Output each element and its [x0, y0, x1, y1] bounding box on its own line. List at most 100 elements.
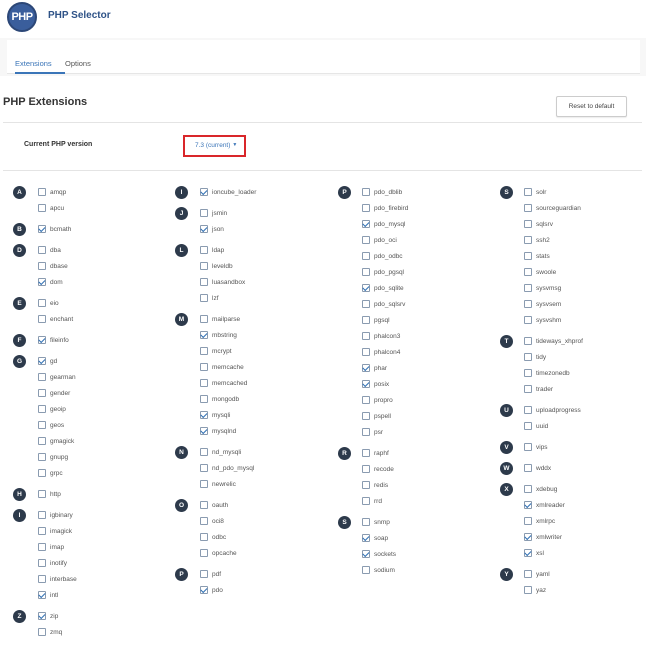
unchecked-checkbox[interactable] — [38, 527, 46, 535]
extension-dba[interactable]: dba — [38, 245, 61, 255]
unchecked-checkbox[interactable] — [38, 405, 46, 413]
extension-posix[interactable]: posix — [362, 379, 389, 389]
unchecked-checkbox[interactable] — [524, 406, 532, 414]
extension-memcached[interactable]: memcached — [200, 378, 247, 388]
extension-pdo[interactable]: pdo — [200, 585, 223, 595]
extension-igbinary[interactable]: igbinary — [38, 510, 73, 520]
checked-checkbox[interactable] — [38, 278, 46, 286]
extension-sockets[interactable]: sockets — [362, 549, 396, 559]
extension-pspell[interactable]: pspell — [362, 411, 391, 421]
unchecked-checkbox[interactable] — [200, 501, 208, 509]
extension-sysvsem[interactable]: sysvsem — [524, 299, 561, 309]
extension-sodium[interactable]: sodium — [362, 565, 395, 575]
unchecked-checkbox[interactable] — [38, 543, 46, 551]
unchecked-checkbox[interactable] — [200, 570, 208, 578]
unchecked-checkbox[interactable] — [200, 549, 208, 557]
unchecked-checkbox[interactable] — [362, 188, 370, 196]
extension-sysvshm[interactable]: sysvshm — [524, 315, 561, 325]
extension-oauth[interactable]: oauth — [200, 500, 228, 510]
unchecked-checkbox[interactable] — [362, 300, 370, 308]
unchecked-checkbox[interactable] — [362, 252, 370, 260]
unchecked-checkbox[interactable] — [200, 209, 208, 217]
unchecked-checkbox[interactable] — [362, 412, 370, 420]
checked-checkbox[interactable] — [362, 380, 370, 388]
unchecked-checkbox[interactable] — [38, 490, 46, 498]
unchecked-checkbox[interactable] — [524, 337, 532, 345]
unchecked-checkbox[interactable] — [524, 300, 532, 308]
unchecked-checkbox[interactable] — [362, 465, 370, 473]
extension-redis[interactable]: redis — [362, 480, 388, 490]
checked-checkbox[interactable] — [200, 586, 208, 594]
unchecked-checkbox[interactable] — [200, 533, 208, 541]
unchecked-checkbox[interactable] — [524, 353, 532, 361]
unchecked-checkbox[interactable] — [524, 586, 532, 594]
extension-ssh2[interactable]: ssh2 — [524, 235, 550, 245]
checked-checkbox[interactable] — [524, 549, 532, 557]
checked-checkbox[interactable] — [362, 534, 370, 542]
checked-checkbox[interactable] — [38, 357, 46, 365]
extension-mailparse[interactable]: mailparse — [200, 314, 240, 324]
extension-inotify[interactable]: inotify — [38, 558, 67, 568]
extension-recode[interactable]: recode — [362, 464, 394, 474]
extension-memcache[interactable]: memcache — [200, 362, 244, 372]
extension-mysqlnd[interactable]: mysqlnd — [200, 426, 236, 436]
unchecked-checkbox[interactable] — [200, 363, 208, 371]
unchecked-checkbox[interactable] — [38, 299, 46, 307]
unchecked-checkbox[interactable] — [38, 373, 46, 381]
extension-json[interactable]: json — [200, 224, 224, 234]
extension-trader[interactable]: trader — [524, 384, 553, 394]
extension-xdebug[interactable]: xdebug — [524, 484, 557, 494]
unchecked-checkbox[interactable] — [362, 428, 370, 436]
unchecked-checkbox[interactable] — [362, 204, 370, 212]
extension-raphf[interactable]: raphf — [362, 448, 389, 458]
extension-nd-pdo-mysql[interactable]: nd_pdo_mysql — [200, 463, 254, 473]
unchecked-checkbox[interactable] — [38, 246, 46, 254]
extension-stats[interactable]: stats — [524, 251, 550, 261]
extension-uuid[interactable]: uuid — [524, 421, 548, 431]
extension-zip[interactable]: zip — [38, 611, 58, 621]
extension-solr[interactable]: solr — [524, 187, 546, 197]
unchecked-checkbox[interactable] — [524, 284, 532, 292]
extension-enchant[interactable]: enchant — [38, 314, 73, 324]
unchecked-checkbox[interactable] — [362, 396, 370, 404]
extension-sqlsrv[interactable]: sqlsrv — [524, 219, 553, 229]
unchecked-checkbox[interactable] — [200, 294, 208, 302]
extension-pdo-oci[interactable]: pdo_oci — [362, 235, 397, 245]
extension-gnupg[interactable]: gnupg — [38, 452, 68, 462]
unchecked-checkbox[interactable] — [362, 481, 370, 489]
reset-to-default-button[interactable]: Reset to default — [556, 96, 627, 117]
unchecked-checkbox[interactable] — [524, 268, 532, 276]
unchecked-checkbox[interactable] — [38, 421, 46, 429]
extension-pgsql[interactable]: pgsql — [362, 315, 390, 325]
unchecked-checkbox[interactable] — [200, 480, 208, 488]
unchecked-checkbox[interactable] — [38, 575, 46, 583]
extension-phalcon4[interactable]: phalcon4 — [362, 347, 400, 357]
extension-wddx[interactable]: wddx — [524, 463, 551, 473]
unchecked-checkbox[interactable] — [524, 220, 532, 228]
unchecked-checkbox[interactable] — [362, 268, 370, 276]
extension-pdo-odbc[interactable]: pdo_odbc — [362, 251, 403, 261]
extension-soap[interactable]: soap — [362, 533, 388, 543]
extension-pdo-dblib[interactable]: pdo_dblib — [362, 187, 402, 197]
checked-checkbox[interactable] — [200, 331, 208, 339]
extension-geos[interactable]: geos — [38, 420, 64, 430]
extension-imap[interactable]: imap — [38, 542, 64, 552]
extension-ldap[interactable]: ldap — [200, 245, 224, 255]
extension-dbase[interactable]: dbase — [38, 261, 68, 271]
checked-checkbox[interactable] — [362, 220, 370, 228]
extension-gender[interactable]: gender — [38, 388, 70, 398]
unchecked-checkbox[interactable] — [38, 628, 46, 636]
checked-checkbox[interactable] — [38, 336, 46, 344]
unchecked-checkbox[interactable] — [524, 485, 532, 493]
checked-checkbox[interactable] — [524, 533, 532, 541]
unchecked-checkbox[interactable] — [524, 517, 532, 525]
unchecked-checkbox[interactable] — [200, 278, 208, 286]
extension-pdo-sqlsrv[interactable]: pdo_sqlsrv — [362, 299, 405, 309]
extension-gd[interactable]: gd — [38, 356, 57, 366]
extension-nd-mysqli[interactable]: nd_mysqli — [200, 447, 241, 457]
extension-propro[interactable]: propro — [362, 395, 393, 405]
extension-phalcon3[interactable]: phalcon3 — [362, 331, 400, 341]
unchecked-checkbox[interactable] — [38, 188, 46, 196]
extension-fileinfo[interactable]: fileinfo — [38, 335, 69, 345]
extension-amqp[interactable]: amqp — [38, 187, 66, 197]
